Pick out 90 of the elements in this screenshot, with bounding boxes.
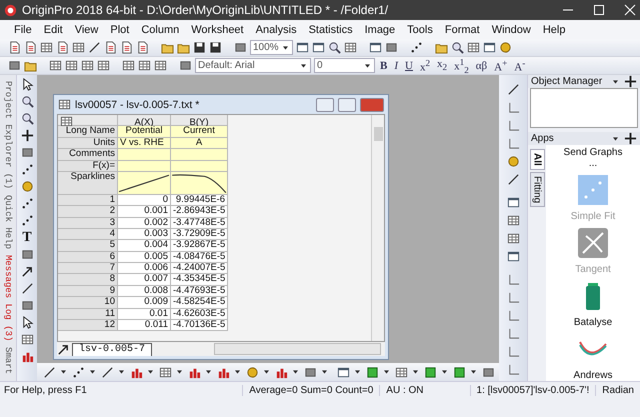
format-button[interactable]: x$_{2}$ <box>435 58 450 73</box>
menu-item[interactable]: Plot <box>104 24 136 36</box>
menu-item[interactable]: Statistics <box>302 24 359 36</box>
app-item[interactable]: Send Graphs ... <box>563 147 623 169</box>
row-number: 4 <box>58 228 118 240</box>
table-cell: 0.01 <box>118 308 171 320</box>
row-label: Units <box>58 138 118 150</box>
status-text: 1: [lsv00057]'lsv-0.005-7'! <box>470 385 596 396</box>
table-cell: 9.99445E-6 <box>171 194 228 206</box>
format-button[interactable]: I <box>392 60 400 72</box>
table-cell: -4.35345E-5 <box>171 274 228 286</box>
table-cell: 0.005 <box>118 252 171 264</box>
row-number: 9 <box>58 286 118 298</box>
row-label: Comments <box>58 149 118 161</box>
side-panel-tab[interactable]: Project Explorer (1) <box>3 81 13 190</box>
column-header[interactable]: A(X) <box>118 115 171 126</box>
table-cell: -4.08476E-5 <box>171 252 228 264</box>
menu-item[interactable]: Window <box>486 24 537 36</box>
table-cell: 0.007 <box>118 274 171 286</box>
menu-item[interactable]: Tools <box>401 24 439 36</box>
row-number: 8 <box>58 274 118 286</box>
zoom-dropdown[interactable]: 100% <box>250 40 293 55</box>
table-cell: 0.009 <box>118 297 171 309</box>
status-text: Radian <box>595 385 640 396</box>
table-cell: -2.86943E-5 <box>171 206 228 218</box>
apps-tab[interactable]: Fitting <box>530 172 544 208</box>
row-number: 12 <box>58 320 118 332</box>
table-cell: 0.003 <box>118 228 171 240</box>
row-number: 6 <box>58 252 118 264</box>
table-cell: Potential <box>118 126 171 138</box>
table-cell: V vs. RHE <box>118 138 171 150</box>
table-cell: A <box>171 138 228 150</box>
text-tool[interactable]: T <box>22 231 32 244</box>
format-button[interactable]: x$^{2}$ <box>418 58 432 74</box>
table-cell: 0 <box>118 194 171 206</box>
format-button[interactable]: αβ <box>474 60 490 72</box>
side-panel-tab[interactable]: Messages Log (3) <box>3 255 13 342</box>
table-cell: -4.62603E-5 <box>171 308 228 320</box>
status-text: AU : ON <box>379 385 430 396</box>
menu-item[interactable]: Edit <box>38 24 69 36</box>
side-panel-tab[interactable]: Quick Help <box>3 195 13 250</box>
menu-item[interactable]: Analysis <box>250 24 303 36</box>
font-size-dropdown[interactable]: 0 <box>314 58 375 73</box>
table-cell: 0.004 <box>118 240 171 252</box>
format-button[interactable]: A$^{-}$ <box>512 58 528 74</box>
menu-item[interactable]: Worksheet <box>185 24 250 36</box>
table-cell: Current <box>171 126 228 138</box>
format-button[interactable]: U <box>403 60 415 72</box>
panel-title: Apps <box>531 133 554 144</box>
table-cell: -4.47693E-5 <box>171 286 228 298</box>
status-text: For Help, press F1 <box>4 385 87 396</box>
row-number: 3 <box>58 218 118 229</box>
apps-tab[interactable]: All <box>530 149 544 170</box>
app-item[interactable]: Batalyse <box>574 317 612 328</box>
table-cell: -4.70136E-5 <box>171 320 228 332</box>
table-cell: 0.001 <box>118 206 171 218</box>
window-title: OriginPro 2018 64-bit - D:\Order\MyOriginLib\UNTITLED * - /Folder1/ <box>22 3 388 17</box>
menu-item[interactable]: Column <box>135 24 186 36</box>
row-number: 11 <box>58 308 118 320</box>
row-label: Sparklines <box>58 172 118 195</box>
row-number: 5 <box>58 240 118 252</box>
table-cell: -4.24007E-5 <box>171 263 228 274</box>
table-cell: -3.47748E-5 <box>171 218 228 229</box>
table-cell: -3.72909E-5 <box>171 228 228 240</box>
row-number: 2 <box>58 206 118 218</box>
row-number: 7 <box>58 263 118 274</box>
table-cell: 0.008 <box>118 286 171 298</box>
panel-title: Object Manager <box>531 76 602 87</box>
sheet-tab[interactable]: lsv-0.005-7 <box>72 342 152 356</box>
menu-item[interactable]: File <box>8 24 38 36</box>
row-number: 1 <box>58 194 118 206</box>
menu-item[interactable]: Help <box>536 24 572 36</box>
table-cell: -4.58254E-5 <box>171 297 228 309</box>
format-button[interactable]: B <box>378 60 390 72</box>
row-label: Long Name <box>58 126 118 138</box>
table-cell: -3.92867E-5 <box>171 240 228 252</box>
worksheet-title: lsv00057 - lsv-0.005-7.txt * <box>75 98 200 110</box>
menu-item[interactable]: Format <box>438 24 486 36</box>
font-dropdown[interactable]: Default: Arial <box>195 58 311 73</box>
table-cell: 0.011 <box>118 320 171 332</box>
menu-item[interactable]: Image <box>358 24 402 36</box>
side-panel-tab[interactable]: Smart <box>3 347 13 374</box>
status-text: Average=0 Sum=0 Count=0 <box>242 385 380 396</box>
table-cell: 0.002 <box>118 218 171 229</box>
menu-item[interactable]: View <box>68 24 104 36</box>
app-item[interactable]: Andrews <box>574 370 612 381</box>
table-cell: 0.006 <box>118 263 171 274</box>
row-number: 10 <box>58 297 118 309</box>
row-label: F(x)= <box>58 160 118 172</box>
format-button[interactable]: A$^{+}$ <box>492 58 510 74</box>
